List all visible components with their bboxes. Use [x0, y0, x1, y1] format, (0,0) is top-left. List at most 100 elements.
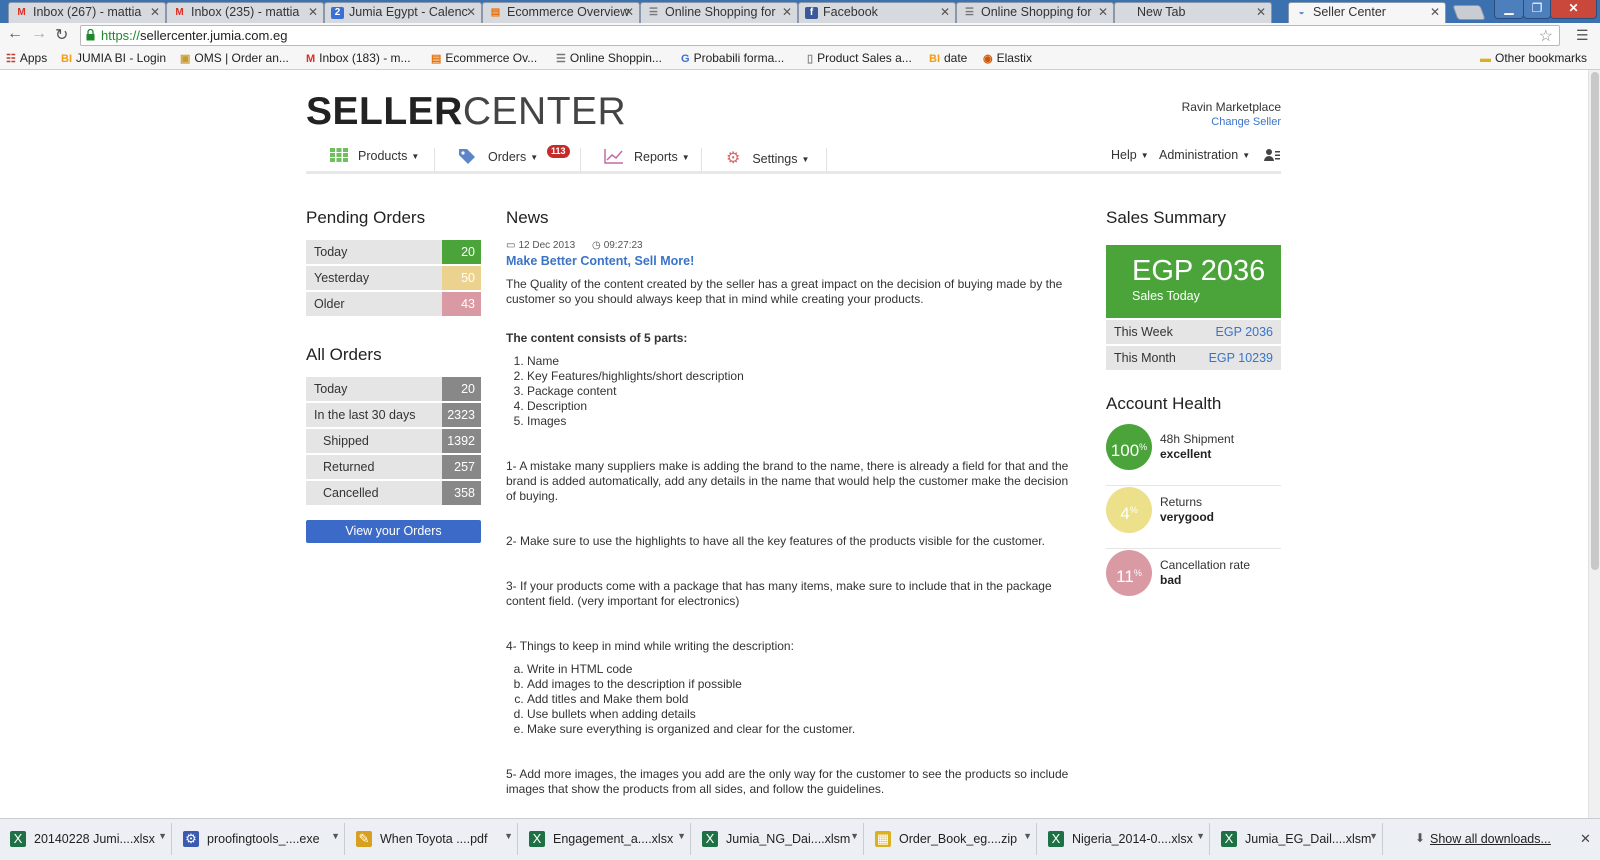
- seller-center-logo[interactable]: SELLERCENTER: [306, 90, 626, 134]
- maximize-button[interactable]: ❐: [1523, 0, 1551, 19]
- download-item[interactable]: ⚙ proofingtools_....exe ▼: [173, 823, 345, 855]
- forward-arrow-icon[interactable]: →: [31, 25, 47, 43]
- folder-icon: ▬: [1480, 53, 1491, 65]
- user-menu-icon[interactable]: [1264, 148, 1280, 172]
- nav-help[interactable]: Help ▼: [1111, 148, 1149, 172]
- minimize-button[interactable]: ▁: [1494, 0, 1524, 19]
- download-filename: Jumia_EG_Dail....xlsm: [1245, 832, 1372, 846]
- browser-tab[interactable]: ☰ Online Shopping for ✕: [640, 2, 798, 23]
- download-item[interactable]: ▦ Order_Book_eg....zip ▼: [865, 823, 1037, 855]
- chevron-down-icon[interactable]: ▼: [1369, 831, 1378, 841]
- download-shelf: X 20140228 Jumi....xlsx ▼ ⚙ proofingtool…: [0, 818, 1600, 860]
- close-icon[interactable]: ✕: [308, 5, 318, 19]
- nav-reports[interactable]: Reports ▼: [604, 148, 690, 172]
- all-orders-row[interactable]: Today 20: [306, 377, 481, 401]
- back-arrow-icon[interactable]: ←: [7, 25, 23, 43]
- sales-week-value[interactable]: EGP 2036: [1216, 325, 1273, 339]
- chevron-down-icon[interactable]: ▼: [850, 831, 859, 841]
- row-label: In the last 30 days: [314, 408, 416, 422]
- download-item[interactable]: X Jumia_EG_Dail....xlsm ▼: [1211, 823, 1383, 855]
- chevron-down-icon[interactable]: ▼: [158, 831, 167, 841]
- all-orders-row[interactable]: Returned 257: [306, 455, 481, 479]
- chevron-down-icon[interactable]: ▼: [331, 831, 340, 841]
- excel-icon: X: [1221, 831, 1237, 847]
- row-count: 1392: [442, 429, 481, 453]
- health-label: Returns: [1160, 495, 1203, 509]
- calendar-icon: ▭: [506, 240, 516, 251]
- all-orders-title: All Orders: [306, 345, 382, 364]
- sales-today-box: EGP 2036 Sales Today: [1106, 245, 1281, 318]
- calendar-icon: 2: [331, 7, 344, 19]
- all-orders-row[interactable]: Shipped 1392: [306, 429, 481, 453]
- show-all-downloads-link[interactable]: Show all downloads...: [1430, 832, 1551, 846]
- change-seller-link[interactable]: Change Seller: [1211, 116, 1281, 128]
- browser-tab[interactable]: M Inbox (235) - mattia ✕: [166, 2, 324, 23]
- browser-tab[interactable]: f Facebook ✕: [798, 2, 956, 23]
- news-headline[interactable]: Make Better Content, Sell More!: [506, 254, 1081, 269]
- close-icon[interactable]: ✕: [150, 5, 160, 19]
- bookmark-item[interactable]: M Inbox (183) - m...: [306, 51, 411, 65]
- close-icon[interactable]: ✕: [1580, 831, 1591, 847]
- nav-administration[interactable]: Administration ▼: [1159, 148, 1250, 172]
- bookmark-item[interactable]: ▯ Product Sales a...: [807, 51, 912, 65]
- page-scrollbar[interactable]: [1588, 70, 1600, 818]
- address-bar[interactable]: https://sellercenter.jumia.com.eg ☆: [80, 25, 1560, 46]
- bookmark-item[interactable]: ▣ OMS | Order an...: [180, 51, 289, 65]
- bookmark-item[interactable]: ▤ Ecommerce Ov...: [431, 51, 537, 65]
- bookmark-item[interactable]: BI JUMIA BI - Login: [61, 51, 166, 65]
- list-item: Add titles and Make them bold: [527, 692, 1081, 707]
- nav-settings[interactable]: ⚙ Settings ▼: [726, 148, 809, 172]
- scrollbar-thumb[interactable]: [1591, 72, 1599, 570]
- download-item[interactable]: ✎ When Toyota ....pdf ▼: [346, 823, 518, 855]
- close-icon[interactable]: ✕: [940, 5, 950, 19]
- close-icon[interactable]: ✕: [1256, 5, 1266, 19]
- chevron-down-icon[interactable]: ▼: [1023, 831, 1032, 841]
- browser-tab[interactable]: ☰ Online Shopping for ✕: [956, 2, 1114, 23]
- health-score-circle: 4%: [1106, 487, 1152, 533]
- bookmark-item[interactable]: ◉ Elastix: [983, 51, 1032, 65]
- row-count: 358: [442, 481, 481, 505]
- close-icon[interactable]: ✕: [466, 5, 476, 19]
- nav-products[interactable]: Products ▼: [330, 148, 419, 172]
- pending-orders-row[interactable]: Older 43: [306, 292, 481, 316]
- sales-month-value[interactable]: EGP 10239: [1209, 351, 1273, 365]
- close-icon[interactable]: ✕: [782, 5, 792, 19]
- download-item[interactable]: X Engagement_a....xlsx ▼: [519, 823, 691, 855]
- news-paragraph: 2- Make sure to use the highlights to ha…: [506, 534, 1045, 548]
- zip-icon: ▦: [875, 831, 891, 847]
- pending-orders-row[interactable]: Yesterday 50: [306, 266, 481, 290]
- browser-tab-active[interactable]: ◒ Seller Center ✕: [1288, 2, 1446, 24]
- news-paragraph: 1- A mistake many suppliers make is addi…: [506, 459, 1069, 503]
- window-close-button[interactable]: ✕: [1550, 0, 1597, 19]
- download-item[interactable]: X Jumia_NG_Dai....xlsm ▼: [692, 823, 864, 855]
- bookmark-item[interactable]: ☰ Online Shoppin...: [556, 51, 662, 65]
- new-tab-button[interactable]: [1452, 5, 1486, 20]
- pending-orders-row[interactable]: Today 20: [306, 240, 481, 264]
- download-item[interactable]: X 20140228 Jumi....xlsx ▼: [0, 823, 172, 855]
- all-orders-row[interactable]: In the last 30 days 2323: [306, 403, 481, 427]
- chevron-down-icon[interactable]: ▼: [1196, 831, 1205, 841]
- browser-tab[interactable]: 2 Jumia Egypt - Calenc ✕: [324, 2, 482, 23]
- close-icon[interactable]: ✕: [1098, 5, 1108, 19]
- bookmark-star-icon[interactable]: ☆: [1539, 26, 1553, 46]
- list-item: Use bullets when adding details: [527, 707, 1081, 722]
- reload-icon[interactable]: ↻: [55, 25, 68, 45]
- news-paragraph: 4- Things to keep in mind while writing …: [506, 639, 794, 653]
- browser-tab[interactable]: M Inbox (267) - mattia ✕: [8, 2, 166, 23]
- other-bookmarks[interactable]: ▬ Other bookmarks: [1480, 51, 1587, 65]
- all-orders-row[interactable]: Cancelled 358: [306, 481, 481, 505]
- bookmark-item[interactable]: G Probabili forma...: [681, 51, 784, 65]
- chevron-down-icon[interactable]: ▼: [504, 831, 513, 841]
- close-icon[interactable]: ✕: [1430, 5, 1440, 19]
- chrome-menu-icon[interactable]: ☰: [1576, 27, 1589, 44]
- browser-tab[interactable]: ▤ Ecommerce Overview ✕: [482, 2, 640, 23]
- nav-orders[interactable]: Orders ▼ 113: [458, 145, 570, 172]
- browser-tab[interactable]: New Tab ✕: [1114, 2, 1272, 23]
- close-icon[interactable]: ✕: [624, 5, 634, 19]
- chevron-down-icon[interactable]: ▼: [677, 831, 686, 841]
- bookmark-item[interactable]: ☷ Apps: [6, 51, 47, 65]
- view-orders-button[interactable]: View your Orders: [306, 520, 481, 543]
- sales-summary-title: Sales Summary: [1106, 208, 1226, 227]
- download-item[interactable]: X Nigeria_2014-0....xlsx ▼: [1038, 823, 1210, 855]
- bookmark-item[interactable]: BI date: [929, 51, 967, 65]
